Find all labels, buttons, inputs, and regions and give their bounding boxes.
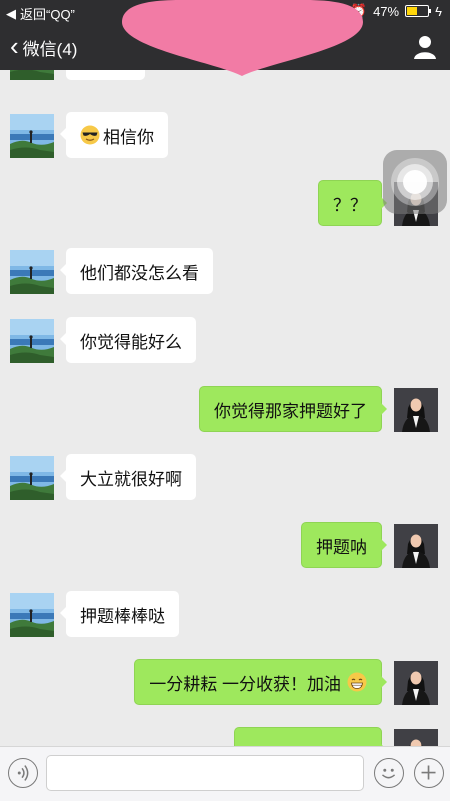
message-bubble[interactable]: 你觉得那家押题好了: [199, 386, 387, 432]
message-bubble[interactable]: 他们都没怎么看: [60, 248, 213, 294]
outgoing-message: 押题呐: [0, 522, 450, 572]
grin-emoji-icon: [347, 672, 367, 692]
message-bubble[interactable]: 大立就很好啊: [60, 454, 196, 500]
message-text: 他们都没怎么看: [80, 263, 199, 283]
message-bubble[interactable]: 押题棒棒哒: [60, 591, 179, 637]
incoming-message: 他们都没怎么看: [0, 248, 450, 298]
message-bubble[interactable]: 押题呐: [301, 522, 387, 568]
heart-sticker: [122, 0, 363, 76]
contact-avatar[interactable]: [10, 70, 54, 80]
contact-avatar[interactable]: [10, 456, 54, 500]
back-button[interactable]: ‹ 微信(4): [10, 24, 77, 70]
my-avatar[interactable]: [394, 388, 438, 432]
message-bubble[interactable]: 一分耕耘 一分收获！加油: [134, 659, 387, 705]
assistive-touch-button[interactable]: [383, 150, 447, 214]
contact-avatar[interactable]: [10, 250, 54, 294]
contact-avatar[interactable]: [10, 593, 54, 637]
contact-avatar[interactable]: [10, 114, 54, 158]
message-text: 押题棒棒哒: [80, 606, 165, 626]
chat-title: 微信(4): [22, 39, 78, 59]
voice-icon[interactable]: [8, 758, 38, 788]
my-avatar[interactable]: [394, 661, 438, 705]
my-avatar[interactable]: [394, 524, 438, 568]
outgoing-message: 你觉得那家押题好了: [0, 386, 450, 436]
message-bubble[interactable]: ？？: [318, 180, 387, 226]
message-text: 你觉得能好么: [80, 332, 182, 352]
plus-icon[interactable]: [414, 758, 444, 788]
chevron-left-icon: ‹: [10, 30, 19, 61]
charging-icon: ϟ: [435, 3, 442, 19]
message-input[interactable]: [46, 755, 364, 791]
message-bubble[interactable]: [234, 727, 387, 746]
message-bubble[interactable]: 你觉得能好么: [60, 317, 196, 363]
incoming-message: 你觉得能好么: [0, 317, 450, 367]
message-text: 押题呐: [316, 537, 367, 557]
incoming-message: 相信你: [0, 112, 450, 162]
message-bubble[interactable]: 相信你: [60, 112, 168, 158]
battery-icon: [405, 5, 432, 17]
outgoing-message-partial: [0, 727, 450, 746]
incoming-message: 押题棒棒哒: [0, 591, 450, 641]
incoming-message: 大立就很好啊: [0, 454, 450, 504]
outgoing-message: 一分耕耘 一分收获！加油: [0, 659, 450, 709]
sunglasses-emoji-icon: [80, 125, 100, 145]
emoji-icon[interactable]: [374, 758, 404, 788]
profile-icon[interactable]: [412, 34, 438, 60]
message-text: 一分耕耘 一分收获！加油: [149, 674, 341, 694]
battery-level: [407, 7, 417, 15]
message-text: ？？: [333, 195, 367, 215]
my-avatar[interactable]: [394, 729, 438, 746]
message-text: 大立就很好啊: [80, 469, 182, 489]
message-text: 相信你: [103, 127, 154, 147]
input-bar: [0, 746, 450, 801]
message-text: 你觉得那家押题好了: [214, 401, 367, 421]
contact-avatar[interactable]: [10, 319, 54, 363]
battery-percent: 47%: [373, 3, 400, 19]
